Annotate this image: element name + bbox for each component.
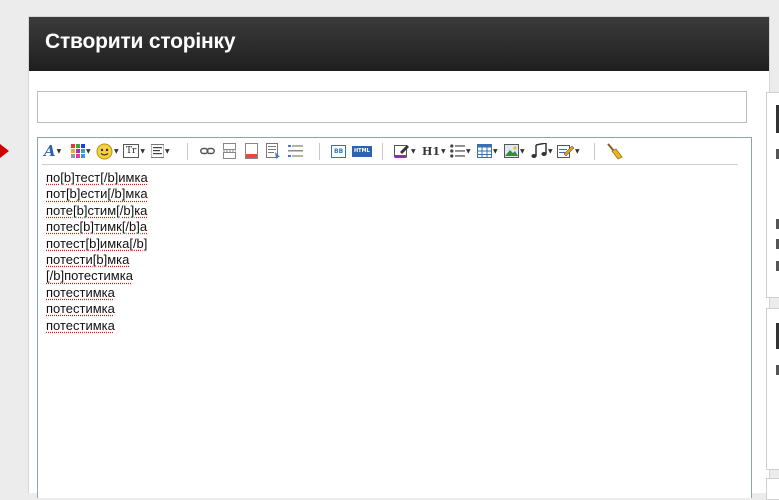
align-button[interactable]: ▼	[151, 142, 170, 160]
document-icon	[245, 143, 258, 159]
document-button[interactable]	[245, 142, 258, 160]
content-line: потестимка	[46, 318, 148, 334]
editor-content[interactable]: по[b]тест[/b]имка пот[b]ести[/b]мка поте…	[46, 170, 148, 334]
page-break-icon	[223, 143, 236, 159]
link-button[interactable]	[200, 142, 215, 160]
sidebar-box	[766, 478, 779, 500]
edit-button[interactable]: ▼	[557, 142, 580, 160]
align-icon	[151, 144, 164, 158]
smiley-icon	[96, 143, 113, 160]
content-line: потести[b]мка	[46, 252, 148, 268]
font-color-icon: A	[44, 142, 56, 160]
list-ruler-icon	[288, 144, 303, 159]
edit-icon	[557, 143, 574, 159]
sidebar-box	[766, 308, 779, 470]
table-icon	[477, 144, 492, 158]
color-grid-icon	[71, 144, 85, 158]
clean-format-button[interactable]	[606, 142, 623, 160]
pointer-arrow-icon	[0, 144, 9, 158]
toolbar-separator	[319, 143, 320, 160]
list-ruler-button[interactable]	[288, 142, 303, 160]
page-title-input[interactable]	[37, 91, 747, 123]
link-icon	[200, 146, 215, 156]
html-icon: HTML	[352, 146, 372, 157]
content-line: пот[b]ести[/b]мка	[46, 186, 148, 202]
toolbar-separator	[382, 143, 383, 160]
content-line: [/b]потестимка	[46, 268, 148, 284]
page-break-button[interactable]	[223, 142, 236, 160]
spoiler-button[interactable]	[266, 142, 281, 160]
toolbar-divider	[42, 164, 738, 165]
sidebar-box	[766, 92, 779, 298]
music-button[interactable]: ▼	[531, 142, 553, 160]
heading-button[interactable]: H1 ▼	[422, 142, 446, 160]
left-margin	[0, 0, 14, 492]
spoiler-icon	[266, 143, 281, 159]
image-icon	[504, 144, 519, 158]
rich-text-editor[interactable]: A ▼ ▼ ▼ Tr ▼ ▼ BB HTML ▼ H1 ▼ ▼ ▼ ▼ ▼ ▼ …	[37, 137, 752, 498]
toolbar-separator	[594, 143, 595, 160]
color-grid-button[interactable]: ▼	[71, 142, 91, 160]
music-icon	[531, 143, 547, 159]
panel-header: Створити сторінку	[29, 17, 769, 71]
editor-toolbar: A ▼ ▼ ▼ Tr ▼ ▼ BB HTML ▼ H1 ▼ ▼ ▼ ▼ ▼ ▼	[38, 138, 751, 164]
page-title: Створити сторінку	[45, 30, 235, 54]
content-line: по[b]тест[/b]имка	[46, 170, 148, 186]
image-button[interactable]: ▼	[504, 142, 525, 160]
bbcode-button[interactable]: BB	[331, 142, 346, 160]
font-size-button[interactable]: Tr ▼	[123, 142, 145, 160]
font-size-icon: Tr	[123, 144, 139, 158]
content-line: потестимка	[46, 301, 148, 317]
heading-icon: H1	[422, 145, 440, 158]
create-page-panel: Створити сторінку A ▼ ▼ ▼ Tr ▼ ▼ BB HTML…	[28, 16, 770, 493]
smiley-button[interactable]: ▼	[96, 142, 119, 160]
table-button[interactable]: ▼	[477, 142, 498, 160]
highlight-button[interactable]: ▼	[394, 142, 416, 160]
bullet-list-icon	[450, 144, 465, 158]
highlight-icon	[394, 143, 410, 159]
toolbar-separator	[187, 143, 188, 160]
content-line: потест[b]имка[/b]	[46, 236, 148, 252]
clean-broom-icon	[606, 143, 623, 160]
html-mode-button[interactable]: HTML	[352, 142, 372, 160]
content-line: поте[b]стим[/b]ка	[46, 203, 148, 219]
bullet-list-button[interactable]: ▼	[450, 142, 471, 160]
font-color-button[interactable]: A ▼	[44, 142, 61, 160]
content-line: потестимка	[46, 285, 148, 301]
content-line: потес[b]тимк[/b]а	[46, 219, 148, 235]
bbcode-icon: BB	[331, 145, 346, 158]
